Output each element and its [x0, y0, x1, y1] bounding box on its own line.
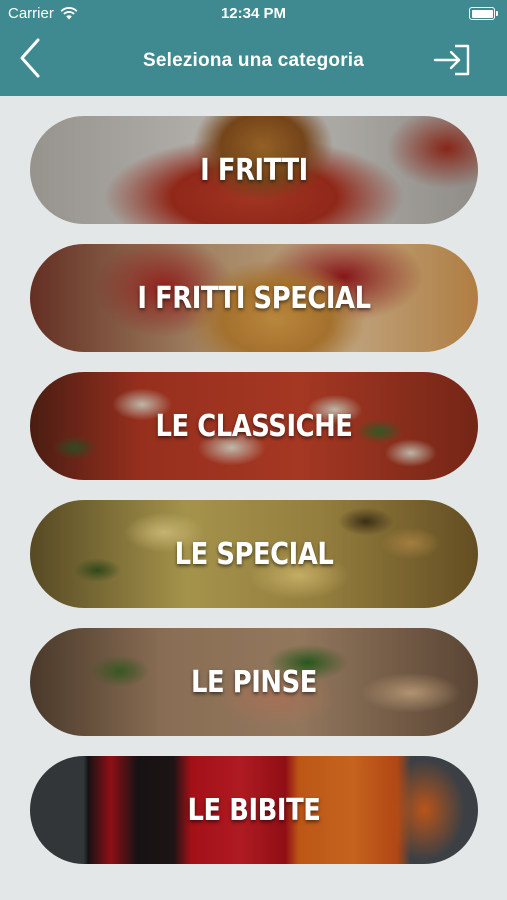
category-classiche[interactable]: LE CLASSICHE — [30, 372, 478, 480]
category-special[interactable]: LE SPECIAL — [30, 500, 478, 608]
navigation-bar: Seleziona una categoria — [0, 28, 507, 96]
category-fritti[interactable]: I FRITTI — [30, 116, 478, 224]
category-label: LE SPECIAL — [174, 536, 334, 572]
category-label: LE CLASSICHE — [155, 408, 353, 444]
app-header: Carrier 12:34 PM Seleziona una categoria — [0, 0, 507, 96]
login-button[interactable] — [433, 42, 473, 78]
category-label: I FRITTI — [200, 152, 308, 188]
category-label: LE BIBITE — [187, 792, 321, 828]
category-pinse[interactable]: LE PINSE — [30, 628, 478, 736]
category-bibite[interactable]: LE BIBITE — [30, 756, 478, 864]
status-bar: Carrier 12:34 PM — [0, 0, 507, 28]
category-list: I FRITTI I FRITTI SPECIAL LE CLASSICHE L… — [30, 116, 478, 884]
category-label: LE PINSE — [191, 664, 317, 700]
sign-in-icon — [433, 44, 470, 76]
battery-icon — [469, 7, 498, 20]
category-label: I FRITTI SPECIAL — [137, 280, 371, 316]
status-time: 12:34 PM — [220, 5, 287, 22]
category-fritti-special[interactable]: I FRITTI SPECIAL — [30, 244, 478, 352]
page-title: Seleziona una categoria — [142, 50, 365, 71]
